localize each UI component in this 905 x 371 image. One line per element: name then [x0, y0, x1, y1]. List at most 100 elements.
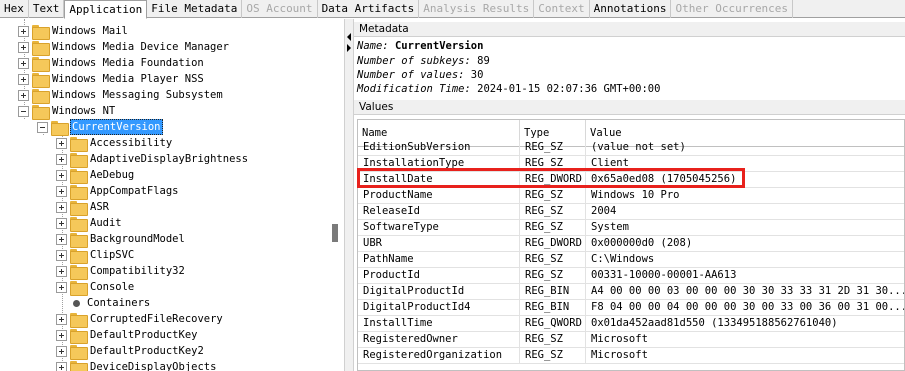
expand-icon[interactable]: [56, 233, 67, 245]
tab-file-metadata[interactable]: File Metadata: [147, 0, 243, 18]
tree-item-compatibility32[interactable]: Compatibility32: [56, 263, 186, 280]
table-row-installdate[interactable]: InstallDate REG_DWORD 0x65a0ed08 (170504…: [358, 172, 904, 188]
expand-icon[interactable]: [56, 153, 67, 165]
table-row[interactable]: PathName REG_SZ C:\Windows: [358, 252, 904, 268]
tree-item-aedebug[interactable]: AeDebug: [56, 167, 135, 184]
tree-item-audit[interactable]: Audit: [56, 215, 123, 232]
expand-icon[interactable]: [18, 89, 29, 101]
tree-item-windows-media-device-manager[interactable]: Windows Media Device Manager: [18, 39, 230, 56]
tab-other-occurrences[interactable]: Other Occurrences: [671, 0, 794, 18]
tree-item-label: Windows Messaging Subsystem: [52, 89, 223, 101]
table-row[interactable]: ProductId REG_SZ 00331-10000-00001-AA613: [358, 268, 904, 284]
table-row[interactable]: EditionSubVersion REG_SZ (value not set): [358, 140, 904, 156]
tab-data-artifacts[interactable]: Data Artifacts: [318, 0, 420, 18]
tree-item-adaptivedisplaybrightness[interactable]: AdaptiveDisplayBrightness: [56, 151, 249, 168]
expand-icon[interactable]: [18, 41, 29, 53]
tree-item-windows-media-foundation[interactable]: Windows Media Foundation: [18, 55, 205, 72]
cell-value: 0x01da452aad81d550 (133495188562761040): [586, 316, 904, 332]
cell-type: REG_SZ: [520, 204, 586, 220]
expand-icon[interactable]: [56, 329, 67, 341]
folder-icon: [70, 168, 88, 184]
tab-annotations[interactable]: Annotations: [590, 0, 672, 18]
metadata-values-key: Number of values:: [357, 69, 465, 81]
folder-icon: [70, 200, 88, 216]
expand-icon[interactable]: [56, 265, 67, 277]
folder-open-icon: [51, 120, 69, 136]
cell-value: 0x000000d0 (208): [586, 236, 904, 252]
cell-type: REG_DWORD: [520, 236, 586, 252]
leaf-node-icon: [73, 299, 80, 307]
cell-value: 2004: [586, 204, 904, 220]
table-row[interactable]: ReleaseId REG_SZ 2004: [358, 204, 904, 220]
table-row[interactable]: SoftwareType REG_SZ System: [358, 220, 904, 236]
tab-application[interactable]: Application: [64, 0, 148, 19]
tab-hex[interactable]: Hex: [0, 0, 29, 18]
folder-icon: [70, 344, 88, 360]
cell-name: DigitalProductId4: [358, 300, 520, 316]
tab-analysis-results[interactable]: Analysis Results: [419, 0, 535, 18]
table-row[interactable]: InstallationType REG_SZ Client: [358, 156, 904, 172]
table-row[interactable]: ProductName REG_SZ Windows 10 Pro: [358, 188, 904, 204]
tree-item-devicedisplayobjects[interactable]: DeviceDisplayObjects: [56, 359, 217, 371]
tree-item-currentversion[interactable]: CurrentVersion: [37, 119, 163, 136]
tree-item-backgroundmodel[interactable]: BackgroundModel: [56, 231, 186, 248]
registry-tree[interactable]: Windows Mail Windows Media Device Manage…: [0, 19, 344, 371]
tab-context[interactable]: Context: [534, 0, 590, 18]
expand-icon[interactable]: [56, 185, 67, 197]
cell-type: REG_SZ: [520, 252, 586, 268]
expand-icon[interactable]: [56, 137, 67, 149]
collapse-right-arrow-icon[interactable]: [347, 44, 351, 52]
tree-scrollbar-thumb[interactable]: [332, 224, 338, 242]
tree-item-windows-media-player-nss[interactable]: Windows Media Player NSS: [18, 71, 205, 88]
cell-name: SoftwareType: [358, 220, 520, 236]
folder-icon: [70, 152, 88, 168]
tree-item-accessibility[interactable]: Accessibility: [56, 135, 173, 152]
expand-icon[interactable]: [18, 57, 29, 69]
tree-item-windows-mail[interactable]: Windows Mail: [18, 23, 129, 40]
folder-icon: [70, 312, 88, 328]
tree-item-windows-nt[interactable]: Windows NT: [18, 103, 116, 120]
tree-item-corruptedfilerecovery[interactable]: CorruptedFileRecovery: [56, 311, 224, 328]
tab-os-account[interactable]: OS Account: [242, 0, 318, 18]
table-row[interactable]: UBR REG_DWORD 0x000000d0 (208): [358, 236, 904, 252]
metadata-modification-time: Modification Time: 2024-01-15 02:07:36 G…: [357, 82, 660, 96]
tree-item-appcompatflags[interactable]: AppCompatFlags: [56, 183, 180, 200]
collapse-icon[interactable]: [37, 121, 48, 133]
tree-item-defaultproductkey[interactable]: DefaultProductKey: [56, 327, 198, 344]
tree-scrollbar[interactable]: [330, 19, 342, 371]
table-row[interactable]: DigitalProductId4 REG_BIN F8 04 00 00 04…: [358, 300, 904, 316]
expand-icon[interactable]: [18, 25, 29, 37]
expand-icon[interactable]: [56, 249, 67, 261]
tree-item-label: Windows Media Foundation: [52, 57, 204, 69]
expand-icon[interactable]: [56, 217, 67, 229]
collapse-icon[interactable]: [18, 105, 29, 117]
tree-item-containers[interactable]: Containers: [68, 295, 151, 311]
expand-icon[interactable]: [56, 281, 67, 293]
tree-item-console[interactable]: Console: [56, 279, 135, 296]
tree-item-label: AppCompatFlags: [90, 185, 179, 197]
cell-type: REG_SZ: [520, 348, 586, 364]
expand-icon[interactable]: [18, 73, 29, 85]
tab-text[interactable]: Text: [29, 0, 65, 18]
cell-type: REG_BIN: [520, 284, 586, 300]
table-row[interactable]: InstallTime REG_QWORD 0x01da452aad81d550…: [358, 316, 904, 332]
tree-item-clipsvc[interactable]: ClipSVC: [56, 247, 135, 264]
expand-icon[interactable]: [56, 201, 67, 213]
tree-item-label: AdaptiveDisplayBrightness: [90, 153, 249, 165]
expand-icon[interactable]: [56, 169, 67, 181]
tree-item-windows-messaging-subsystem[interactable]: Windows Messaging Subsystem: [18, 87, 224, 104]
cell-name: EditionSubVersion: [358, 140, 520, 156]
cell-value: System: [586, 220, 904, 236]
pane-splitter[interactable]: [344, 19, 354, 371]
expand-icon[interactable]: [56, 313, 67, 325]
table-row[interactable]: RegisteredOwner REG_SZ Microsoft: [358, 332, 904, 348]
expand-icon[interactable]: [56, 345, 67, 357]
table-row[interactable]: RegisteredOrganization REG_SZ Microsoft: [358, 348, 904, 364]
tree-item-defaultproductkey2[interactable]: DefaultProductKey2: [56, 343, 205, 360]
tree-item-asr[interactable]: ASR: [56, 199, 110, 216]
values-table[interactable]: Name Type Value EditionSubVersion REG_SZ…: [357, 119, 905, 371]
table-row[interactable]: DigitalProductId REG_BIN A4 00 00 00 03 …: [358, 284, 904, 300]
collapse-left-arrow-icon[interactable]: [347, 33, 351, 41]
cell-name: RegisteredOwner: [358, 332, 520, 348]
expand-icon[interactable]: [56, 361, 67, 371]
